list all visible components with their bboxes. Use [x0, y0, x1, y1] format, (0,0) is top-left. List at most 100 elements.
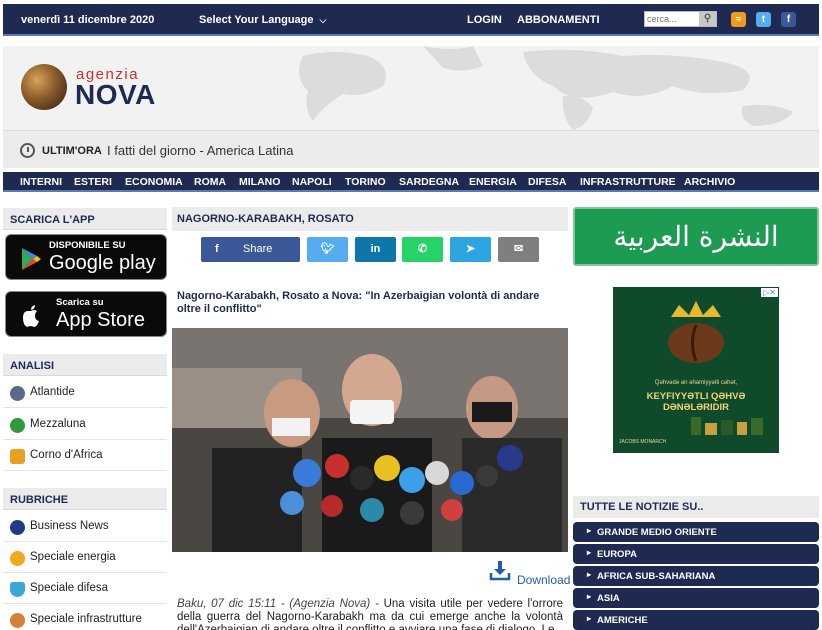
nav-item-economia[interactable]: ECONOMIA [125, 176, 183, 188]
analisi-heading: ANALISI [3, 354, 167, 376]
logo-nova-text[interactable]: NOVA [75, 79, 156, 111]
breaking-headline-link[interactable]: I fatti del giorno - America Latina [107, 143, 293, 158]
google-play-big-text: Google play [49, 252, 156, 274]
ad-brand: JACOBS MONARCH [619, 439, 667, 445]
google-play-button[interactable]: DISPONIBILE SU Google play [5, 234, 167, 280]
chevron-right-icon: ▸ [587, 526, 592, 535]
arabic-newsletter-banner[interactable]: النشرة العربية [573, 207, 819, 266]
search-button[interactable]: ⚲ [699, 12, 716, 26]
app-section-heading: SCARICA L'APP [3, 208, 167, 230]
twitter-share-button[interactable]: 🐦︎ [307, 237, 348, 262]
nav-item-esteri[interactable]: ESTERI [74, 176, 112, 188]
telegram-share-button[interactable]: ➤ [450, 237, 491, 262]
all-news-heading: TUTTE LE NOTIZIE SU.. [573, 496, 819, 518]
facebook-icon[interactable]: f [781, 12, 796, 27]
nav-item-milano[interactable]: MILANO [239, 176, 280, 188]
rubriche-item-infrastrutture[interactable]: Speciale infrastrutture [3, 605, 167, 630]
world-map-decoration [299, 46, 793, 130]
apple-icon [23, 305, 39, 327]
ad-headline: KEYFIYYƏTLI QƏHVƏ DƏNƏLƏRIDIR [646, 391, 746, 413]
rubriche-item-label: Speciale energia [30, 551, 116, 563]
news-item-europa[interactable]: ▸ EUROPA [573, 544, 819, 564]
logo-globe-icon[interactable] [21, 64, 67, 110]
nav-item-infrastrutture[interactable]: INFRASTRUTTURE [580, 176, 676, 188]
ad-tagline: Qəhvədə ən əhəmiyyətli cəhət, [654, 380, 738, 386]
telegram-icon: ➤ [465, 243, 476, 255]
chevron-right-icon: ▸ [587, 592, 592, 601]
article-photo[interactable] [172, 328, 568, 552]
ad-coffee-image [613, 287, 779, 453]
linkedin-icon: in [370, 243, 381, 255]
subscriptions-link[interactable]: ABBONAMENTI [517, 14, 600, 26]
rss-icon[interactable]: ≈ [731, 12, 746, 27]
login-link[interactable]: LOGIN [467, 14, 502, 26]
network-icon [10, 613, 25, 628]
whatsapp-icon: ✆ [417, 243, 428, 255]
share-label: Share [243, 243, 273, 255]
press-conference-image [172, 328, 568, 552]
language-label: Select Your Language [199, 14, 314, 26]
analisi-item-label: Atlantide [30, 386, 75, 398]
news-item-americhe[interactable]: ▸ AMERICHE [573, 610, 819, 630]
rubriche-item-business-news[interactable]: Business News [3, 512, 167, 542]
nav-item-energia[interactable]: ENERGIA [469, 176, 517, 188]
rubriche-heading: RUBRICHE [3, 488, 167, 510]
twitter-icon[interactable]: t [756, 12, 771, 27]
nav-item-roma[interactable]: ROMA [194, 176, 226, 188]
sun-icon [10, 551, 25, 566]
news-item-asia[interactable]: ▸ ASIA [573, 588, 819, 608]
app-store-small-text: Scarica su [56, 297, 104, 308]
rubriche-item-label: Business News [30, 520, 109, 532]
email-icon: ✉ [513, 243, 524, 255]
crescent-icon [10, 418, 25, 433]
chevron-right-icon: ▸ [587, 614, 592, 623]
advertisement[interactable]: ▷✕ Qəhvədə ən əhəmiyyətli cəhət, KEYFIYY… [613, 287, 779, 453]
chevron-down-icon: ⌵ [319, 15, 327, 25]
analisi-item-atlantide[interactable]: Atlantide [3, 378, 167, 408]
app-store-button[interactable]: Scarica su App Store [5, 291, 167, 337]
nav-item-napoli[interactable]: NAPOLI [292, 176, 332, 188]
search-icon: ⚲ [703, 13, 712, 24]
top-bar: venerdì 11 dicembre 2020 Select Your Lan… [3, 4, 819, 36]
email-share-button[interactable]: ✉ [498, 237, 539, 262]
search-box: ⚲ [644, 11, 717, 27]
facebook-icon: f [215, 243, 219, 255]
news-item-label: GRANDE MEDIO ORIENTE [597, 527, 717, 538]
google-play-small-text: DISPONIBILE SU [49, 240, 126, 251]
breaking-label: ULTIM'ORA [42, 145, 102, 157]
news-item-africa-sub-sahariana[interactable]: ▸ AFRICA SUB-SAHARIANA [573, 566, 819, 586]
news-item-label: EUROPA [597, 549, 637, 560]
rubriche-item-energia[interactable]: Speciale energia [3, 543, 167, 573]
site-header: agenzia NOVA [3, 46, 819, 130]
chevron-right-icon: ▸ [587, 548, 592, 557]
clock-icon [20, 143, 35, 158]
nav-item-difesa[interactable]: DIFESA [528, 176, 567, 188]
africa-map-icon [10, 449, 25, 464]
google-play-icon [22, 248, 41, 270]
linkedin-share-button[interactable]: in [355, 237, 396, 262]
euro-icon [10, 520, 25, 535]
current-date: venerdì 11 dicembre 2020 [21, 14, 155, 26]
chevron-right-icon: ▸ [587, 570, 592, 579]
search-input[interactable] [645, 12, 700, 26]
analisi-item-mezzaluna[interactable]: Mezzaluna [3, 410, 167, 440]
shield-icon [10, 582, 25, 597]
ad-choices-icon[interactable]: ▷✕ [761, 288, 778, 297]
news-item-label: ASIA [597, 593, 620, 604]
news-item-grande-medio-oriente[interactable]: ▸ GRANDE MEDIO ORIENTE [573, 522, 819, 542]
download-label: Download [517, 573, 571, 587]
main-nav: INTERNI ESTERI ECONOMIA ROMA MILANO NAPO… [3, 172, 819, 192]
language-selector[interactable]: Select Your Language ⌵ [199, 14, 326, 26]
nav-item-torino[interactable]: TORINO [345, 176, 386, 188]
news-item-label: AMERICHE [597, 615, 648, 626]
analisi-item-corno-africa[interactable]: Corno d'Africa [3, 441, 167, 471]
news-item-label: AFRICA SUB-SAHARIANA [597, 571, 716, 582]
analisi-item-label: Mezzaluna [30, 418, 86, 430]
nav-item-archivio[interactable]: ARCHIVIO [684, 176, 735, 188]
facebook-share-button[interactable]: f Share [201, 237, 300, 262]
nav-item-sardegna[interactable]: SARDEGNA [399, 176, 459, 188]
nav-item-interni[interactable]: INTERNI [20, 176, 62, 188]
whatsapp-share-button[interactable]: ✆ [402, 237, 443, 262]
rubriche-item-difesa[interactable]: Speciale difesa [3, 574, 167, 604]
article-headline[interactable]: Nagorno-Karabakh, Rosato a Nova: "In Aze… [177, 290, 565, 316]
